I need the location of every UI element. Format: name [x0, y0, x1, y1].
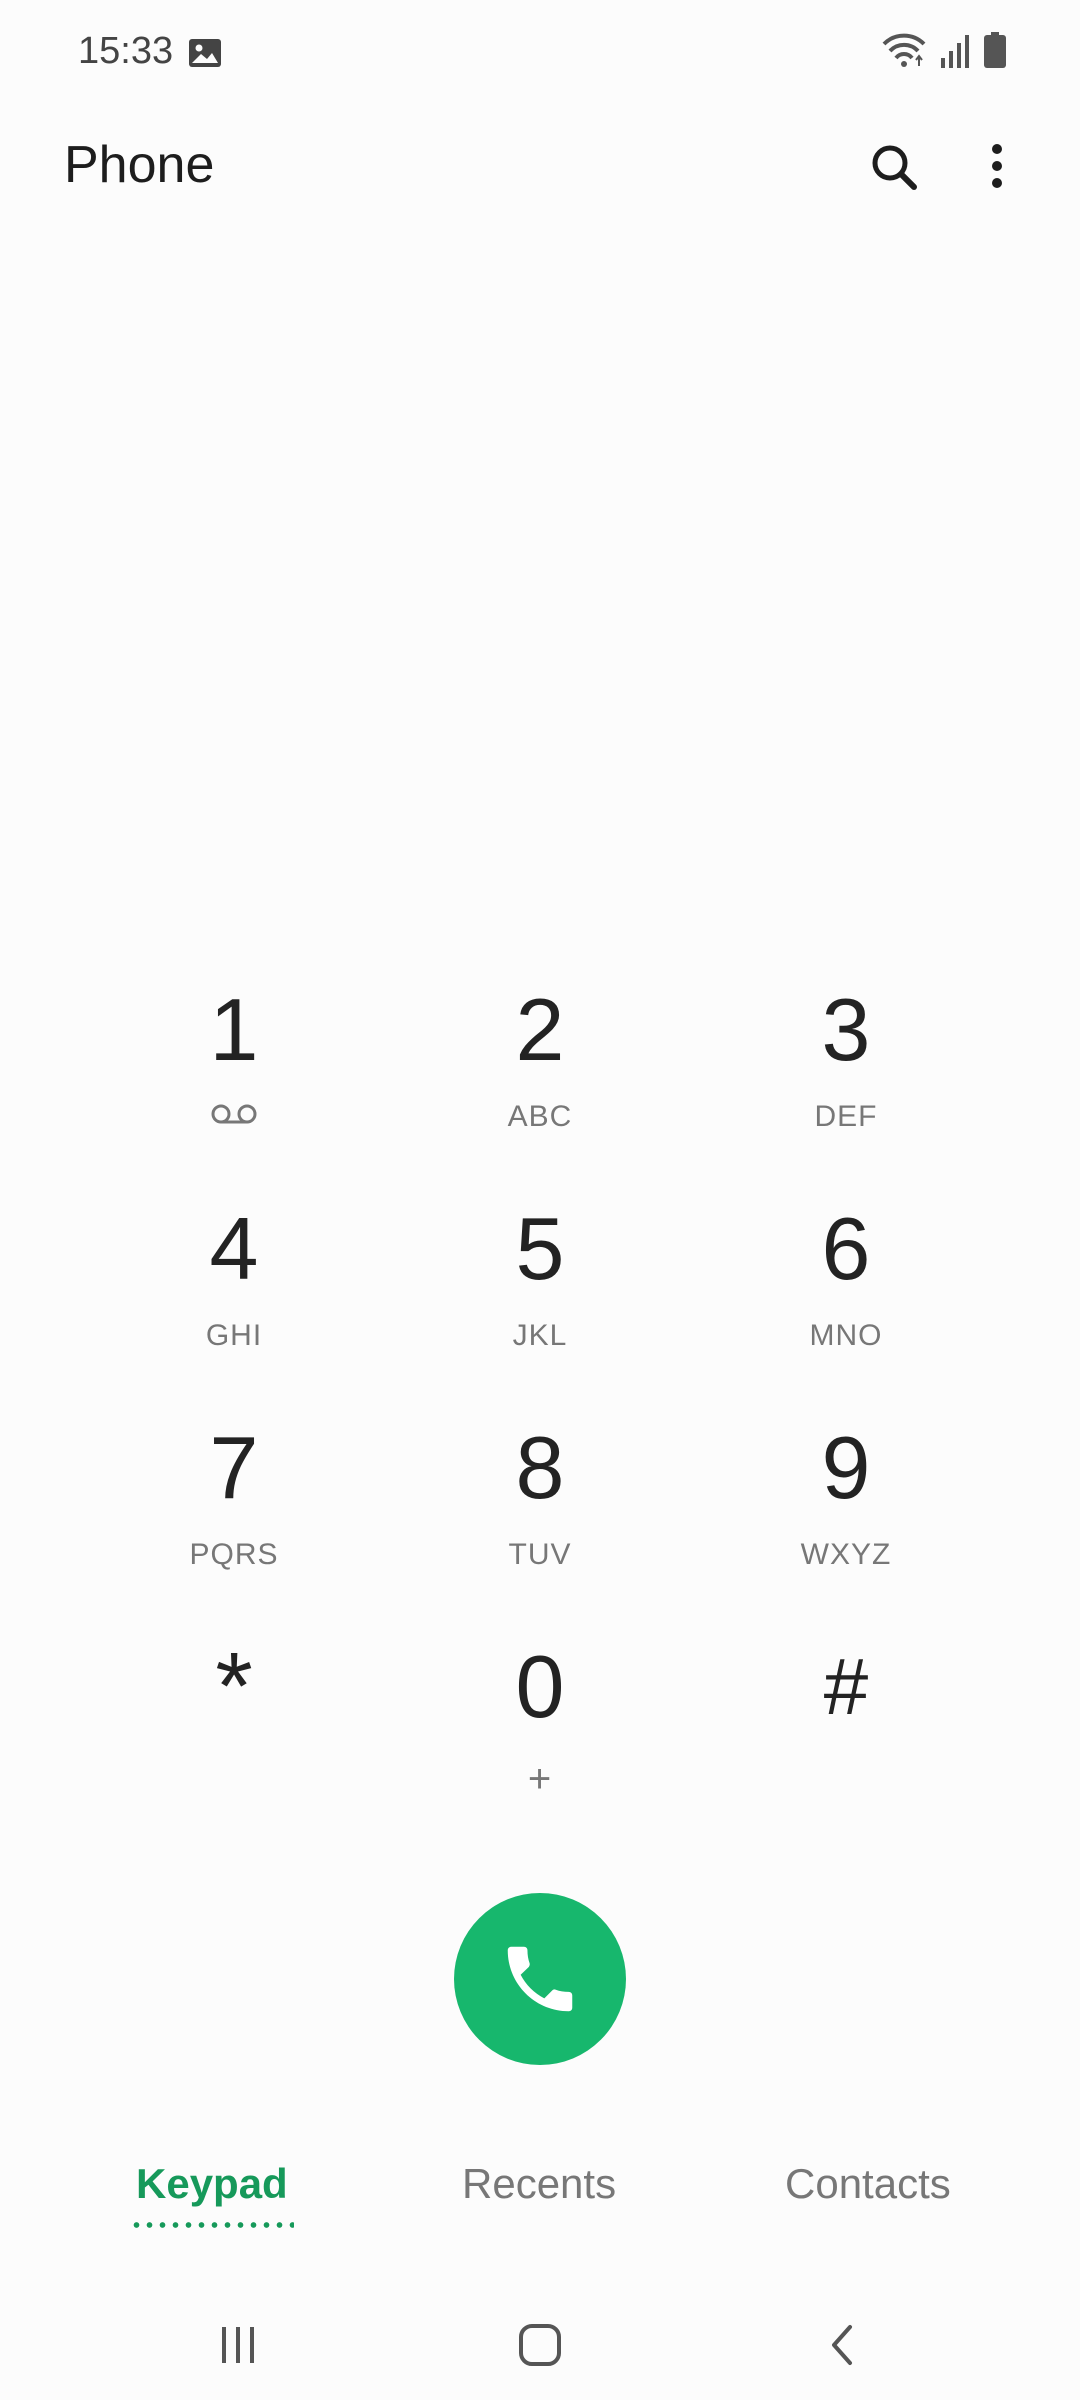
more-options-button[interactable]: [965, 135, 1029, 199]
search-button[interactable]: [862, 135, 926, 199]
key-digit: 5: [515, 1199, 565, 1298]
key-digit: 4: [209, 1199, 259, 1298]
tab-recents[interactable]: Recents: [462, 2160, 616, 2208]
key-star[interactable]: *: [124, 1632, 344, 1832]
key-letters: TUV: [508, 1538, 572, 1571]
recent-apps-button[interactable]: [198, 2310, 278, 2380]
key-digit: *: [215, 1633, 253, 1740]
key-letters: PQRS: [189, 1538, 279, 1571]
back-icon: [832, 2325, 852, 2365]
tab-label: Keypad: [136, 2160, 288, 2207]
key-letters: DEF: [814, 1100, 878, 1133]
key-digit: 6: [821, 1199, 871, 1298]
key-digit: 0: [515, 1637, 565, 1736]
key-letters: [736, 1757, 956, 1797]
tab-label: Contacts: [785, 2160, 951, 2207]
key-4[interactable]: 4 GHI: [124, 1194, 344, 1394]
key-7[interactable]: 7 PQRS: [124, 1413, 344, 1613]
status-bar: 15:33: [0, 0, 1080, 110]
key-digit: 3: [821, 980, 871, 1079]
signal-icon: [941, 35, 969, 68]
key-digit: #: [823, 1642, 869, 1731]
tab-contacts[interactable]: Contacts: [785, 2160, 951, 2208]
more-options-icon: [992, 144, 1002, 188]
voicemail-icon: [211, 1104, 257, 1124]
key-letters: GHI: [205, 1319, 263, 1352]
key-letters: [124, 1757, 344, 1797]
battery-icon: [984, 32, 1006, 68]
back-button[interactable]: [802, 2310, 882, 2380]
key-letters: MNO: [809, 1319, 883, 1352]
key-8[interactable]: 8 TUV: [430, 1413, 650, 1613]
active-tab-indicator: [130, 2222, 294, 2228]
recent-apps-icon: [222, 2327, 254, 2363]
page-title: Phone: [64, 136, 215, 194]
bottom-tabs: Keypad Recents Contacts: [0, 2160, 1080, 2250]
key-digit: 7: [209, 1418, 259, 1517]
key-digit: 1: [209, 980, 259, 1079]
key-3[interactable]: 3 DEF: [736, 975, 956, 1175]
key-6[interactable]: 6 MNO: [736, 1194, 956, 1394]
key-0[interactable]: 0 +: [430, 1632, 650, 1832]
key-letters: +: [527, 1757, 553, 1801]
key-letters: ABC: [507, 1100, 573, 1133]
key-digit: 8: [515, 1418, 565, 1517]
key-2[interactable]: 2 ABC: [430, 975, 650, 1175]
key-9[interactable]: 9 WXYZ: [736, 1413, 956, 1613]
home-button[interactable]: [500, 2310, 580, 2380]
tab-keypad[interactable]: Keypad: [130, 2160, 294, 2228]
search-icon: [872, 145, 917, 190]
tab-label: Recents: [462, 2160, 617, 2207]
key-5[interactable]: 5 JKL: [430, 1194, 650, 1394]
key-digit: 2: [515, 980, 565, 1079]
home-icon: [519, 2324, 561, 2366]
status-time: 15:33: [78, 30, 174, 72]
call-button[interactable]: [454, 1893, 626, 2065]
key-letters: WXYZ: [800, 1538, 892, 1571]
key-digit: 9: [821, 1418, 871, 1517]
system-nav-bar: [0, 2300, 1080, 2400]
key-letters: JKL: [512, 1319, 568, 1352]
status-icons: [882, 32, 1006, 68]
image-notification-icon: [189, 39, 221, 67]
key-1[interactable]: 1: [124, 975, 344, 1175]
wifi-icon: [882, 33, 926, 67]
key-hash[interactable]: #: [736, 1632, 956, 1832]
phone-icon: [507, 1946, 573, 2012]
